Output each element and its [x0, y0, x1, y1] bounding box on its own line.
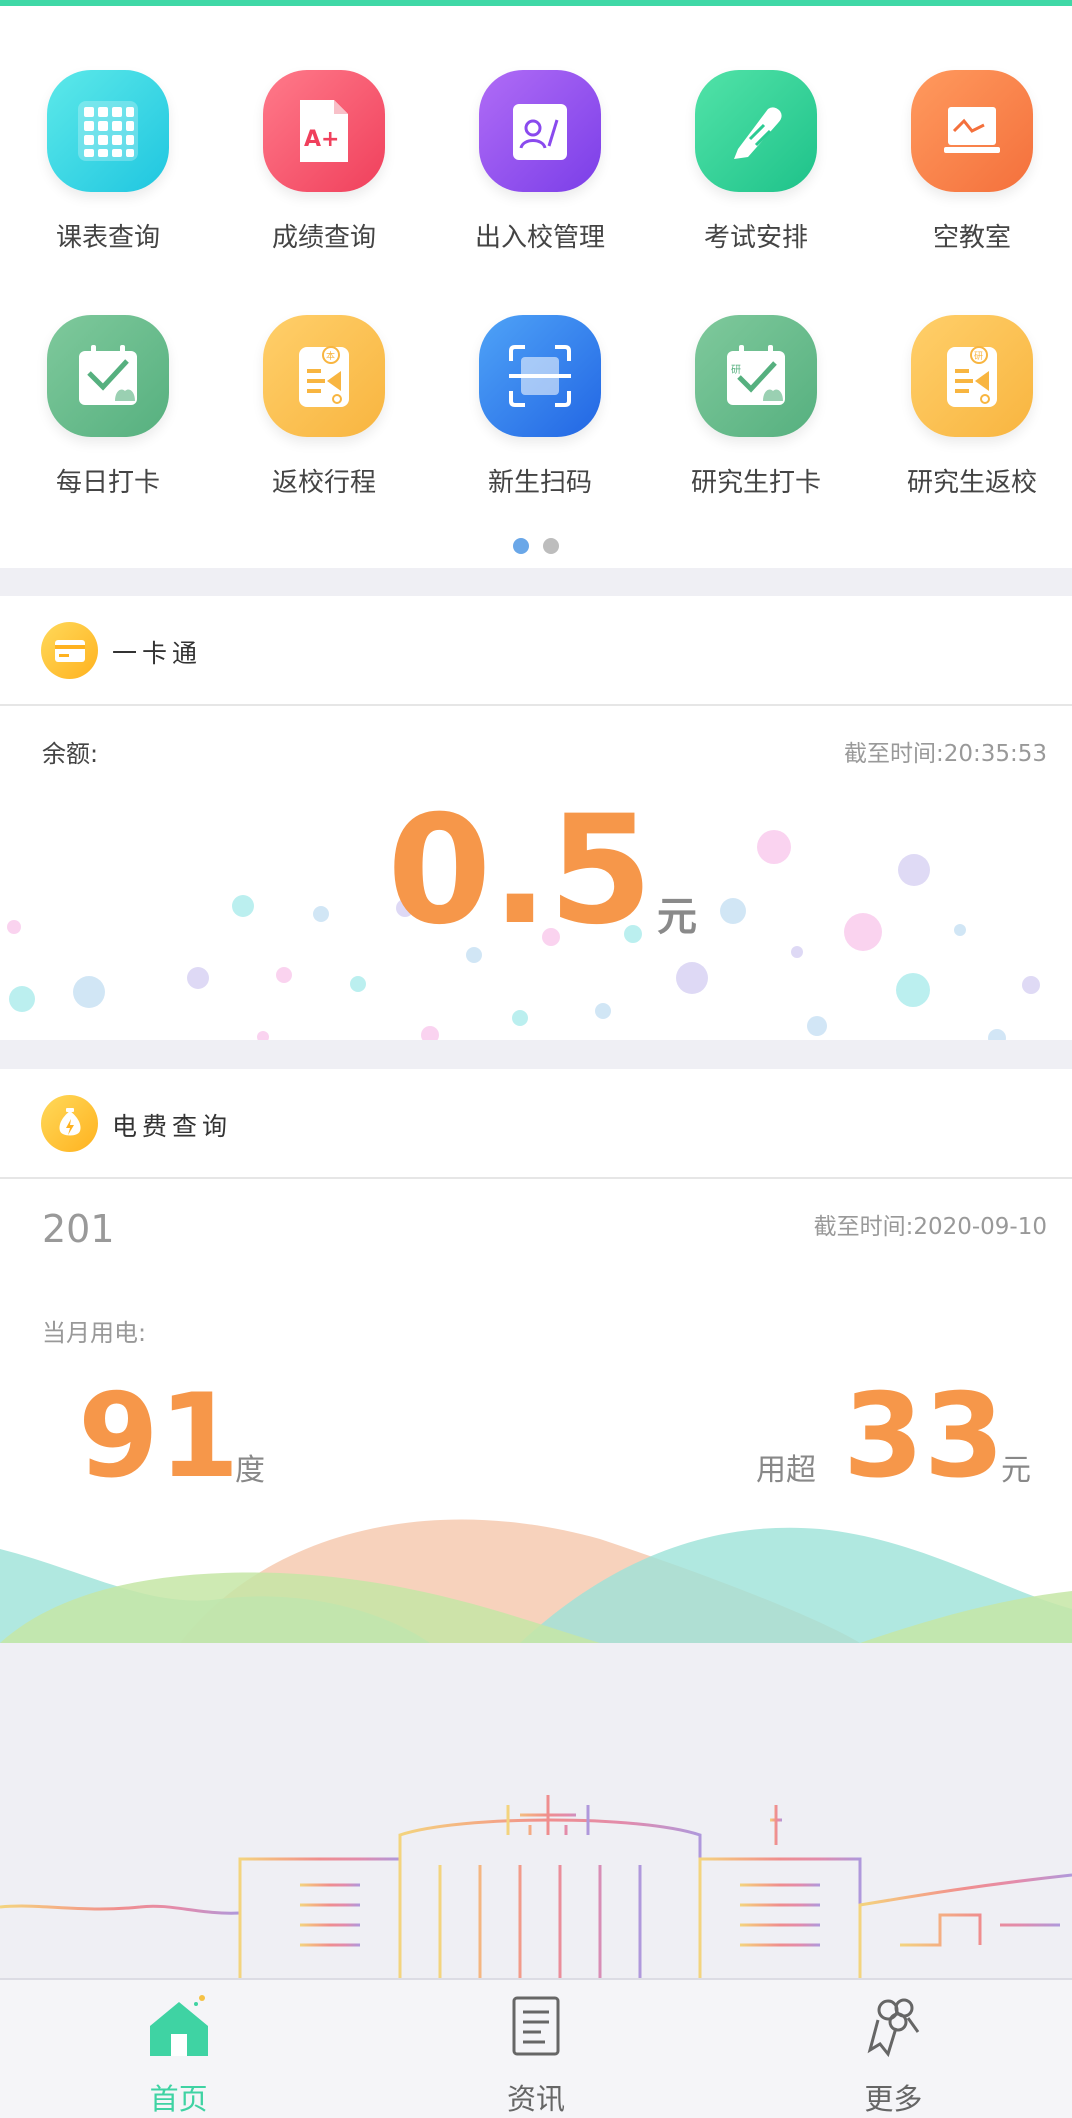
grid-item-grades[interactable]: A+ 成绩查询: [216, 58, 430, 303]
nav-label: 资讯: [506, 2082, 565, 2116]
grid-item-exam[interactable]: 考试安排: [648, 58, 862, 303]
balance-label: 余额:: [42, 740, 99, 768]
grid-item-scan[interactable]: 新生扫码: [432, 303, 646, 548]
grad-checkin-icon: 研: [695, 315, 817, 437]
exam-icon: [695, 70, 817, 192]
function-grid: 课表查询 A+ 成绩查询 出入校管理 考试安排 空教室 每日打卡 本 返校行程 …: [0, 58, 1072, 518]
usage-value: 91: [78, 1369, 240, 1504]
function-grid-panel: 课表查询 A+ 成绩查询 出入校管理 考试安排 空教室 每日打卡 本 返校行程 …: [0, 6, 1072, 568]
timetable-icon: [47, 70, 169, 192]
campus-illustration: [0, 1755, 1072, 1978]
home-icon: [149, 1995, 208, 2056]
grid-item-grad-return[interactable]: 研 研究生返校: [864, 303, 1072, 548]
svg-text:研: 研: [731, 364, 741, 376]
news-icon: [512, 1996, 560, 2056]
grid-item-label: 每日打卡: [55, 468, 160, 498]
month-usage-label: 当月用电:: [42, 1319, 147, 1347]
grid-item-label: 研究生打卡: [690, 468, 821, 498]
grid-item-label: 返校行程: [271, 468, 376, 498]
empty-classroom-icon: [911, 70, 1033, 192]
grid-item-grad-checkin[interactable]: 研 研究生打卡: [648, 303, 862, 548]
campus-card-header: 一卡通: [0, 596, 1072, 706]
svg-text:A+: A+: [304, 127, 339, 152]
page-dot-active[interactable]: [513, 538, 529, 554]
grid-item-label: 新生扫码: [487, 468, 592, 498]
grid-item-label: 课表查询: [55, 223, 160, 253]
nav-label: 更多: [864, 2082, 923, 2116]
campus-card-panel[interactable]: 一卡通 余额: 截至时间:20:35:53 0.5 元: [0, 596, 1072, 1040]
nav-news[interactable]: 资讯: [357, 1980, 714, 2118]
grid-item-label: 出入校管理: [474, 223, 605, 253]
more-icon: [867, 1998, 920, 2058]
overuse-label: 用超: [756, 1453, 816, 1488]
grid-item-timetable[interactable]: 课表查询: [0, 58, 214, 303]
scan-icon: [479, 315, 601, 437]
grid-item-empty-classroom[interactable]: 空教室: [864, 58, 1072, 303]
balance-unit: 元: [657, 894, 697, 940]
nav-home[interactable]: 首页: [0, 1980, 357, 2118]
grade-icon: A+: [263, 70, 385, 192]
electricity-header: 电费查询: [0, 1069, 1072, 1179]
nav-label: 首页: [149, 2082, 208, 2116]
grid-item-daily-checkin[interactable]: 每日打卡: [0, 303, 214, 548]
campus-access-icon: [479, 70, 601, 192]
grid-item-return-trip[interactable]: 本 返校行程: [216, 303, 430, 548]
grad-return-icon: 研: [911, 315, 1033, 437]
grid-item-campus-access[interactable]: 出入校管理: [432, 58, 646, 303]
overuse-unit: 元: [1001, 1453, 1031, 1488]
hills-decoration: [0, 1519, 1072, 1643]
svg-text:本: 本: [326, 350, 335, 362]
grid-item-label: 空教室: [932, 223, 1011, 253]
return-trip-icon: 本: [263, 315, 385, 437]
daily-checkin-icon: [47, 315, 169, 437]
grid-item-label: 研究生返校: [906, 468, 1037, 498]
grid-item-label: 成绩查询: [271, 223, 376, 253]
campus-card-title: 一卡通: [112, 639, 203, 668]
svg-text:研: 研: [974, 351, 983, 362]
page-dot[interactable]: [543, 538, 559, 554]
grid-item-label: 考试安排: [703, 223, 808, 253]
page-indicator: [0, 538, 1072, 554]
balance-time: 截至时间:20:35:53: [843, 741, 1047, 767]
electricity-title: 电费查询: [112, 1112, 233, 1141]
nav-more[interactable]: 更多: [715, 1980, 1072, 2118]
room-number: 201: [42, 1207, 115, 1251]
card-icon: [41, 622, 98, 679]
balance-amount: 0.5: [387, 784, 653, 958]
usage-unit: 度: [235, 1453, 265, 1488]
overuse-amount: 33: [843, 1369, 1005, 1504]
electricity-time: 截至时间:2020-09-10: [813, 1214, 1047, 1240]
bottom-nav: 首页 资讯 更多: [0, 1978, 1072, 2118]
electricity-panel[interactable]: 电费查询 201 截至时间:2020-09-10 当月用电: 91 度 用超 3…: [0, 1069, 1072, 1643]
electricity-icon: [41, 1095, 98, 1152]
